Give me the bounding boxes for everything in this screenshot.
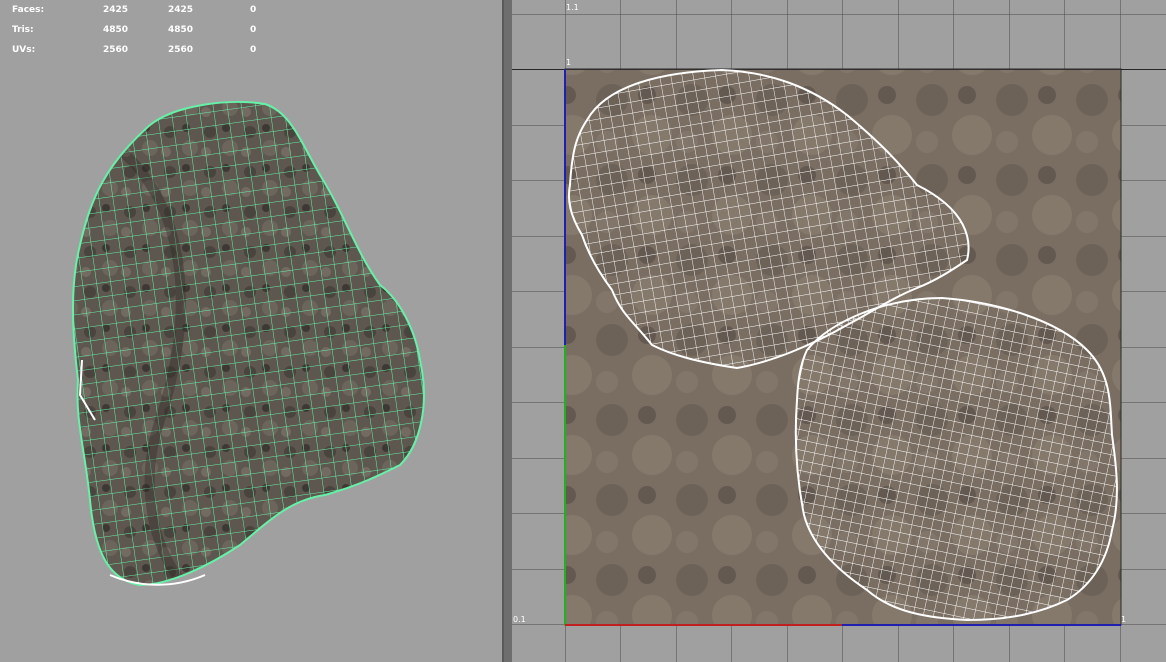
uv-label-bottom-right: 1 xyxy=(1121,615,1127,624)
panel-divider[interactable] xyxy=(502,0,512,662)
uv-editor-panel[interactable]: 1.1 1 0.1 1 xyxy=(512,0,1166,662)
uv-label-top-left: 1.1 xyxy=(566,3,579,12)
uv-label-bottom-left: 0.1 xyxy=(513,615,526,624)
perspective-viewport[interactable]: Faces: 2425 2425 0 Tris: 4850 4850 0 UVs… xyxy=(0,0,502,662)
uv-label-tile-top: 1 xyxy=(566,58,572,67)
uv-canvas[interactable] xyxy=(512,0,1166,662)
rock-mesh-view[interactable] xyxy=(0,0,502,662)
rock-model[interactable] xyxy=(0,0,502,662)
